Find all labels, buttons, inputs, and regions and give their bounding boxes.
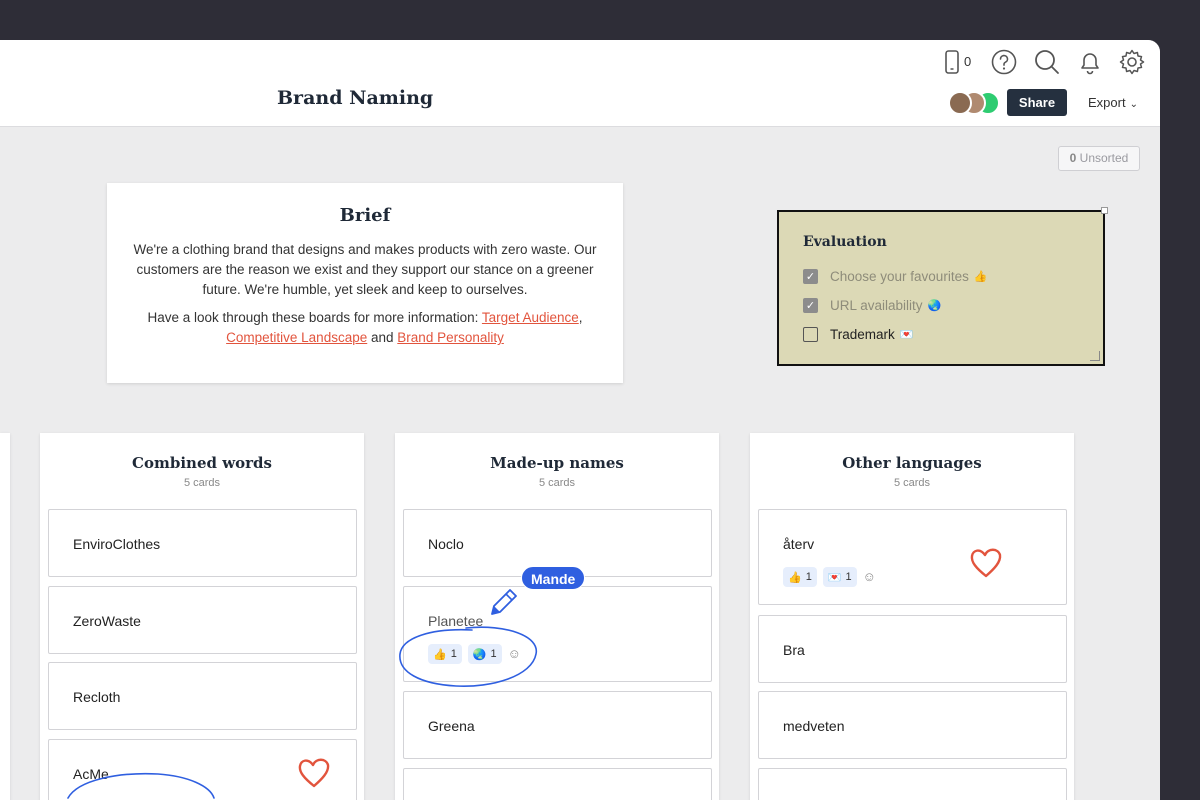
- checklist-item[interactable]: Trademark 💌: [803, 320, 1079, 349]
- globe-icon: 🌏: [927, 300, 942, 312]
- heart-icon: [970, 548, 1002, 578]
- link-target-audience[interactable]: Target Audience: [482, 310, 579, 325]
- reactions: 👍 1 💌 1 ☺: [783, 567, 879, 587]
- help-icon[interactable]: [990, 48, 1018, 76]
- resize-corner[interactable]: [1090, 351, 1100, 361]
- page-title: Brand Naming: [277, 87, 434, 109]
- brief-links: Have a look through these boards for mor…: [147, 310, 583, 345]
- love-letter-icon: 💌: [899, 329, 914, 341]
- top-header: Brand Naming 0 Share Export ⌄: [0, 40, 1160, 127]
- reaction-count: 1: [845, 571, 852, 583]
- column-title: Made-up names: [490, 454, 624, 472]
- column-partial: [0, 433, 10, 800]
- brief-body: We're a clothing brand that designs and …: [133, 242, 597, 297]
- column-made-up-names[interactable]: Made-up names 5 cards Noclo Planetee 👍 1 …: [395, 433, 719, 800]
- evaluation-note[interactable]: Evaluation ✓ Choose your favourites 👍 ✓ …: [777, 207, 1108, 366]
- reaction-love-letter[interactable]: 💌 1: [822, 567, 857, 587]
- export-button[interactable]: Export ⌄: [1088, 95, 1138, 110]
- unsorted-label: Unsorted: [1079, 151, 1129, 165]
- checkbox-unchecked[interactable]: [803, 327, 818, 342]
- checklist-label: URL availability: [830, 298, 923, 313]
- checklist-item[interactable]: ✓ URL availability 🌏: [803, 291, 1079, 320]
- column-combined-words[interactable]: Combined words 5 cards EnviroClothes Zer…: [40, 433, 364, 800]
- card[interactable]: Recloth: [48, 662, 357, 730]
- annotation-circle: [67, 772, 215, 799]
- resize-handle[interactable]: [1101, 207, 1108, 214]
- reaction-count: 1: [805, 571, 812, 583]
- card[interactable]: [758, 768, 1067, 800]
- brief-and: and: [371, 330, 394, 345]
- avatar[interactable]: [948, 91, 972, 115]
- reaction-thumbs-up[interactable]: 👍 1: [783, 567, 817, 587]
- card-text: medveten: [783, 718, 845, 734]
- card[interactable]: EnviroClothes: [48, 509, 357, 577]
- checklist-label: Choose your favourites: [830, 269, 969, 284]
- card[interactable]: ZeroWaste: [48, 586, 357, 654]
- brief-card[interactable]: Brief We're a clothing brand that design…: [107, 183, 623, 383]
- card-text: Bra: [783, 642, 805, 658]
- card-text: Recloth: [73, 689, 121, 705]
- column-count: 5 cards: [893, 477, 931, 489]
- link-competitive-landscape[interactable]: Competitive Landscape: [226, 330, 367, 345]
- brief-links-intro: Have a look through these boards for mor…: [147, 310, 479, 325]
- heart-icon: [298, 758, 330, 788]
- search-icon[interactable]: [1033, 48, 1061, 76]
- bell-icon[interactable]: [1076, 48, 1104, 76]
- pencil-icon: [491, 589, 517, 615]
- thumbs-up-icon: 👍: [788, 571, 802, 584]
- love-letter-icon: 💌: [827, 571, 842, 584]
- app-window: Brand Naming 0 Share Export ⌄ 0 Unsorted …: [0, 40, 1160, 800]
- annotation-circle: [399, 626, 537, 688]
- smile-add-icon[interactable]: ☺: [863, 569, 879, 585]
- share-button[interactable]: Share: [1007, 89, 1067, 116]
- card[interactable]: [403, 768, 712, 800]
- column-count: 5 cards: [538, 477, 576, 489]
- card-text: ZeroWaste: [73, 613, 141, 629]
- collaborator-cursor-label: Mande: [521, 566, 586, 590]
- unsorted-button[interactable]: 0 Unsorted: [1058, 146, 1140, 171]
- column-count: 5 cards: [183, 477, 221, 489]
- checklist-label: Trademark: [830, 327, 895, 342]
- card-text: Greena: [428, 718, 475, 734]
- checklist-item[interactable]: ✓ Choose your favourites 👍: [803, 262, 1079, 291]
- unsorted-count: 0: [1069, 151, 1077, 165]
- card[interactable]: Bra: [758, 615, 1067, 683]
- checkbox-checked[interactable]: ✓: [803, 298, 818, 313]
- gear-icon[interactable]: [1118, 48, 1146, 76]
- column-title: Combined words: [132, 454, 272, 472]
- card[interactable]: Greena: [403, 691, 712, 759]
- export-label: Export: [1088, 95, 1126, 110]
- device-count: 0: [964, 54, 972, 69]
- checkbox-checked[interactable]: ✓: [803, 269, 818, 284]
- brief-title: Brief: [339, 205, 391, 226]
- column-other-languages[interactable]: Other languages 5 cards återv 👍 1 💌 1 ☺ Br…: [750, 433, 1074, 800]
- card-text: återv: [783, 536, 815, 552]
- device-icon[interactable]: [938, 49, 966, 77]
- card[interactable]: medveten: [758, 691, 1067, 759]
- column-title: Other languages: [842, 454, 982, 472]
- card-text: Noclo: [428, 536, 464, 552]
- chevron-down-icon: ⌄: [1129, 99, 1138, 110]
- card-text: EnviroClothes: [73, 536, 161, 552]
- card[interactable]: återv 👍 1 💌 1 ☺: [758, 509, 1067, 605]
- evaluation-title: Evaluation: [803, 234, 887, 250]
- collaborator-avatars[interactable]: [948, 91, 1000, 115]
- link-brand-personality[interactable]: Brand Personality: [397, 330, 504, 345]
- thumbs-up-icon: 👍: [973, 271, 988, 283]
